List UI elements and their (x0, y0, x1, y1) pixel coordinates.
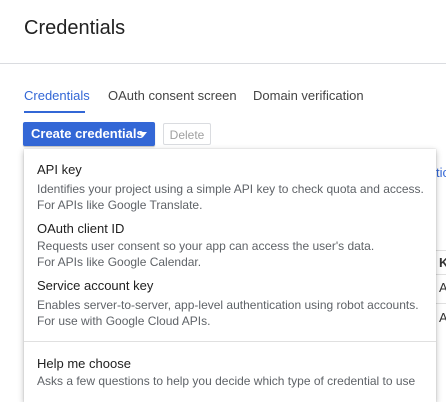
dropdown-caret-icon (139, 132, 147, 137)
background-row-divider (436, 274, 446, 275)
menu-item-description: For use with Google Cloud APIs. (37, 314, 211, 328)
tab-domain-verification[interactable]: Domain verification (253, 88, 364, 103)
background-link-fragment: tic (436, 165, 446, 180)
create-credentials-button[interactable]: Create credentials (23, 122, 155, 146)
page-header: Credentials (0, 0, 446, 64)
menu-item-title: API key (37, 162, 82, 177)
menu-item-description: For APIs like Google Calendar. (37, 255, 202, 269)
create-credentials-menu: API key Identifies your project using a … (24, 149, 436, 402)
tab-oauth-consent-screen[interactable]: OAuth consent screen (108, 88, 237, 103)
background-column-header: K (439, 255, 446, 270)
menu-item-title: Help me choose (37, 356, 131, 371)
background-table-divider (436, 250, 446, 251)
delete-button[interactable]: Delete (163, 123, 211, 145)
background-row-divider (436, 303, 446, 304)
menu-item-api-key[interactable]: API key Identifies your project using a … (24, 153, 436, 212)
menu-divider (24, 341, 436, 342)
menu-item-title: Service account key (37, 278, 154, 293)
menu-item-service-account-key[interactable]: Service account key Enables server-to-se… (24, 269, 436, 329)
menu-item-oauth-client-id[interactable]: OAuth client ID Requests user consent so… (24, 212, 436, 270)
menu-item-description: Identifies your project using a simple A… (37, 182, 424, 196)
menu-item-description: Asks a few questions to help you decide … (37, 374, 416, 388)
menu-item-description: For APIs like Google Translate. (37, 198, 203, 212)
tab-bar: Credentials OAuth consent screen Domain … (0, 80, 446, 112)
create-credentials-label: Create credentials (31, 126, 144, 141)
menu-item-title: OAuth client ID (37, 221, 125, 236)
background-row-cell: A (439, 280, 446, 295)
active-tab-indicator (24, 111, 85, 113)
background-row-cell: A (439, 310, 446, 325)
menu-item-description: Requests user consent so your app can ac… (37, 239, 375, 253)
page-title: Credentials (24, 17, 126, 39)
menu-item-description: Enables server-to-server, app-level auth… (37, 298, 419, 312)
tab-credentials[interactable]: Credentials (24, 88, 90, 103)
menu-item-help-me-choose[interactable]: Help me choose Asks a few questions to h… (24, 347, 436, 393)
